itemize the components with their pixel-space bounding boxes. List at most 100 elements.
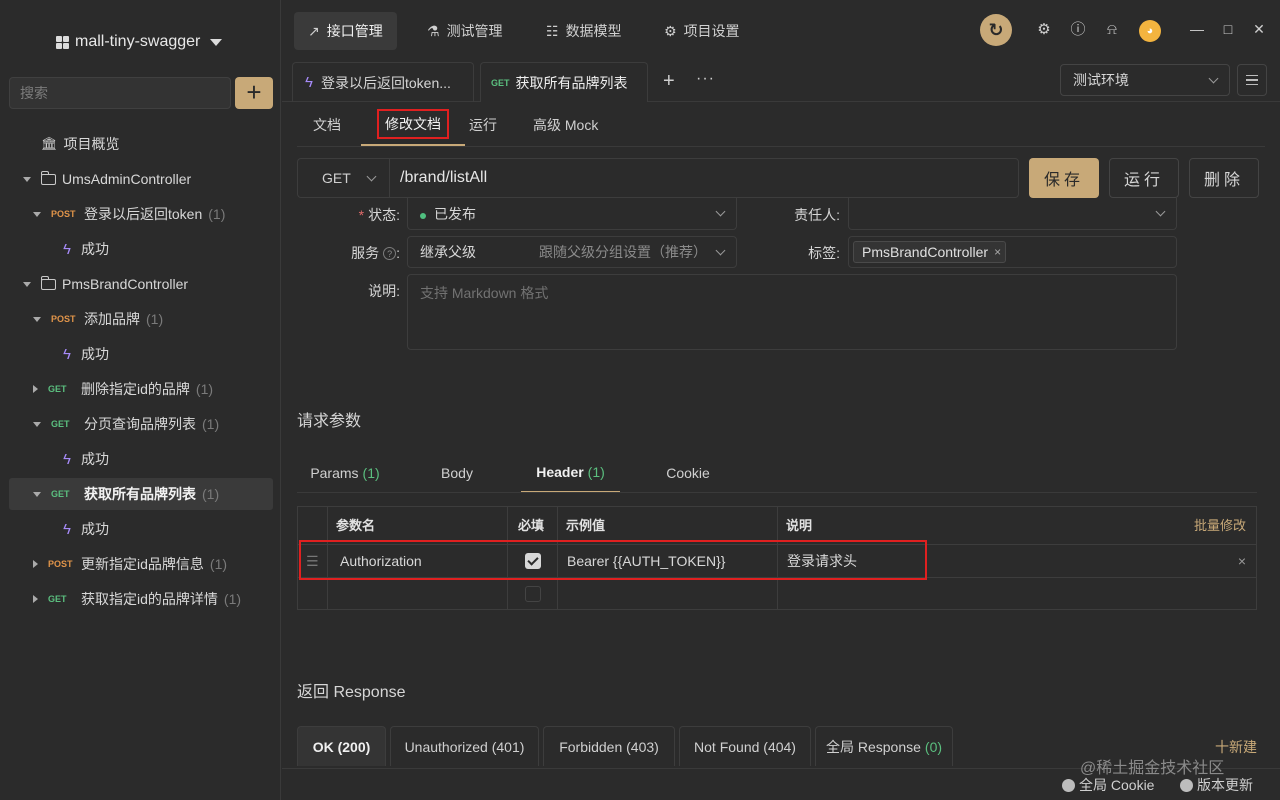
close-icon[interactable]: ✕ bbox=[1251, 18, 1267, 40]
sidebar-case-item[interactable]: ϟ 成功 bbox=[9, 338, 273, 370]
sidebar-folder[interactable]: UmsAdminController bbox=[9, 163, 273, 195]
tab-global-response[interactable]: 全局 Response (0) bbox=[815, 726, 953, 766]
avatar[interactable]: ◕ bbox=[1139, 20, 1161, 42]
tab-response-404[interactable]: Not Found (404) bbox=[679, 726, 811, 766]
version-update-button[interactable]: 版本更新 bbox=[1180, 775, 1253, 795]
project-switcher[interactable]: mall-tiny-swagger bbox=[56, 30, 223, 54]
environment-select[interactable]: 测试环境 bbox=[1060, 64, 1230, 96]
sidebar-api-item[interactable]: GET 获取所有品牌列表 (1) bbox=[9, 478, 273, 510]
chevron-down-icon bbox=[715, 206, 726, 217]
tab-body[interactable]: Body bbox=[409, 453, 505, 493]
add-button[interactable]: + bbox=[235, 77, 273, 109]
sidebar-api-item[interactable]: POST 更新指定id品牌信息 (1) bbox=[9, 548, 273, 580]
sidebar-api-item[interactable]: GET 获取指定id的品牌详情 (1) bbox=[9, 583, 273, 615]
tab-run[interactable]: 运行 bbox=[453, 104, 513, 146]
sidebar-item-label: 成功 bbox=[81, 346, 109, 362]
doc-tab-login[interactable]: ϟ 登录以后返回token... bbox=[292, 62, 474, 102]
environment-menu-button[interactable] bbox=[1237, 64, 1267, 96]
caret-down-icon bbox=[23, 176, 31, 182]
bolt-icon: ϟ bbox=[63, 450, 71, 468]
tab-response-401[interactable]: Unauthorized (401) bbox=[390, 726, 539, 766]
tab-cookie[interactable]: Cookie bbox=[640, 453, 736, 493]
tab-edit-doc[interactable]: 修改文档 bbox=[361, 104, 465, 146]
case-count: (1) bbox=[195, 381, 214, 397]
desc-label: 说明: bbox=[368, 283, 400, 299]
flask-icon: ⚗ bbox=[427, 22, 440, 39]
bolt-icon: ϟ bbox=[63, 240, 71, 258]
help-icon[interactable]: ? bbox=[383, 247, 397, 260]
sidebar-item-label: 成功 bbox=[81, 451, 109, 467]
case-count: (1) bbox=[202, 486, 220, 502]
sync-icon[interactable]: ↻ bbox=[980, 14, 1012, 46]
caret-right-icon bbox=[33, 560, 38, 568]
sidebar-case-item[interactable]: ϟ 成功 bbox=[9, 233, 273, 265]
maximize-icon[interactable]: □ bbox=[1220, 18, 1236, 40]
header-params-table: 参数名 必填 示例值 说明 批量修改 ☰ Authorization Beare… bbox=[297, 506, 1257, 610]
bell-icon[interactable]: ⍾ bbox=[1103, 20, 1121, 40]
sidebar-item-overview[interactable]: 🏛︎ 项目概览 bbox=[9, 128, 273, 160]
status-label: * 状态: bbox=[358, 207, 400, 223]
param-desc-cell[interactable]: 登录请求头 bbox=[787, 545, 857, 578]
bolt-icon: ϟ bbox=[63, 345, 71, 363]
more-tabs-button[interactable]: ··· bbox=[696, 70, 715, 88]
method-select[interactable]: GET bbox=[297, 158, 389, 198]
service-select[interactable]: 继承父级 跟随父级分组设置（推荐） bbox=[407, 236, 737, 268]
required-checkbox[interactable] bbox=[525, 586, 541, 602]
chevron-down-icon bbox=[1208, 73, 1219, 83]
global-cookie-button[interactable]: 全局 Cookie bbox=[1062, 775, 1154, 795]
param-name-cell[interactable]: Authorization bbox=[340, 545, 422, 578]
tab-test-management[interactable]: ⚗ 测试管理 bbox=[413, 12, 517, 50]
delete-button[interactable]: 删除 bbox=[1189, 158, 1259, 198]
tab-response-200[interactable]: OK (200) bbox=[297, 726, 386, 766]
remove-row-icon[interactable]: × bbox=[1238, 545, 1246, 578]
tab-data-model[interactable]: ☷ 数据模型 bbox=[532, 12, 636, 50]
chevron-down-icon bbox=[366, 171, 377, 181]
sidebar-item-label: 项目概览 bbox=[63, 136, 120, 152]
gear-icon[interactable]: ⚙ bbox=[1035, 20, 1053, 40]
tab-header[interactable]: Header (1) bbox=[521, 453, 620, 493]
service-label: 服务?: bbox=[351, 245, 400, 261]
tab-advanced-mock[interactable]: 高级 Mock bbox=[517, 104, 614, 146]
sidebar-item-label: UmsAdminController bbox=[62, 171, 192, 187]
bank-icon: 🏛︎ bbox=[41, 136, 58, 151]
minimize-icon[interactable]: — bbox=[1189, 18, 1205, 40]
required-checkbox[interactable] bbox=[525, 553, 541, 569]
description-textarea[interactable] bbox=[407, 274, 1177, 350]
tag-remove-icon[interactable]: × bbox=[994, 245, 1001, 259]
sidebar-case-item[interactable]: ϟ 成功 bbox=[9, 513, 273, 545]
save-button[interactable]: 保存 bbox=[1029, 158, 1099, 198]
tab-project-settings[interactable]: ⚙ 项目设置 bbox=[650, 12, 754, 50]
run-button[interactable]: 运行 bbox=[1109, 158, 1179, 198]
column-header-name: 参数名 bbox=[336, 518, 376, 533]
help-icon[interactable]: ⓘ bbox=[1069, 20, 1087, 40]
tab-response-403[interactable]: Forbidden (403) bbox=[543, 726, 675, 766]
caret-down-icon bbox=[33, 316, 41, 322]
status-select[interactable]: 已发布 bbox=[407, 198, 737, 230]
owner-label: 责任人: bbox=[794, 207, 840, 223]
method-badge: GET bbox=[48, 384, 67, 394]
sidebar-folder[interactable]: PmsBrandController bbox=[9, 268, 273, 300]
doc-tab-list-all[interactable]: GET 获取所有品牌列表 bbox=[480, 62, 648, 102]
sidebar-api-item[interactable]: POST 添加品牌 (1) bbox=[9, 303, 273, 335]
tab-params[interactable]: Params (1) bbox=[297, 453, 393, 493]
caret-down-icon bbox=[33, 211, 41, 217]
drag-handle-icon[interactable]: ☰ bbox=[306, 545, 319, 578]
case-count: (1) bbox=[146, 311, 164, 327]
bulk-edit-button[interactable]: 批量修改 bbox=[1194, 507, 1246, 545]
sidebar-case-item[interactable]: ϟ 成功 bbox=[9, 443, 273, 475]
sidebar-api-item[interactable]: GET 分页查询品牌列表 (1) bbox=[9, 408, 273, 440]
tags-input[interactable]: PmsBrandController × bbox=[848, 236, 1177, 268]
param-example-cell[interactable]: Bearer {{AUTH_TOKEN}} bbox=[567, 545, 725, 578]
sidebar-item-label: 成功 bbox=[81, 521, 109, 537]
add-tab-button[interactable]: + bbox=[663, 70, 675, 93]
owner-select[interactable] bbox=[848, 198, 1177, 230]
sidebar-item-label: 获取所有品牌列表 bbox=[84, 486, 196, 502]
url-input[interactable] bbox=[389, 158, 1019, 198]
bolt-icon: ϟ bbox=[63, 520, 71, 538]
search-input[interactable] bbox=[9, 77, 231, 109]
sidebar-api-item[interactable]: POST 登录以后返回token (1) bbox=[9, 198, 273, 230]
sidebar-api-item[interactable]: GET 删除指定id的品牌 (1) bbox=[9, 373, 273, 405]
tab-doc[interactable]: 文档 bbox=[297, 104, 357, 146]
tab-api-management[interactable]: ↗ 接口管理 bbox=[294, 12, 397, 50]
divider bbox=[297, 146, 1265, 147]
